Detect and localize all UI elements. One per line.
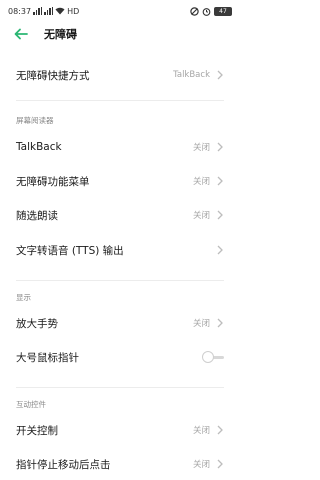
item-right: 关闭	[193, 317, 224, 329]
section-header-interaction: 互动控件	[16, 400, 46, 409]
signal-icon	[44, 7, 54, 15]
item-value: 关闭	[192, 143, 210, 153]
back-button[interactable]	[12, 25, 30, 43]
item-label: 无障碍快捷方式	[16, 69, 90, 82]
large-pointer-item[interactable]: 大号鼠标指针	[0, 340, 240, 374]
alarm-icon	[202, 7, 211, 16]
item-value: 关闭	[192, 426, 210, 436]
item-right	[202, 351, 224, 363]
arrow-left-icon	[14, 28, 28, 40]
item-right	[216, 245, 224, 255]
status-bar: 08:37 HD 47	[0, 0, 240, 22]
item-right: 关闭	[193, 209, 224, 221]
switch-access-item[interactable]: 开关控制 关闭	[0, 413, 240, 447]
divider	[16, 387, 224, 388]
status-left: 08:37 HD	[8, 7, 79, 16]
page-title: 无障碍	[44, 28, 77, 41]
item-right: TalkBack	[173, 70, 224, 80]
network-type: HD	[67, 6, 80, 16]
accessibility-shortcut-item[interactable]: 无障碍快捷方式 TalkBack	[0, 58, 240, 92]
section-header-display: 显示	[16, 293, 31, 302]
chevron-right-icon	[217, 318, 223, 328]
section-header-screen-reader: 屏幕阅读器	[16, 116, 54, 125]
talkback-item[interactable]: TalkBack 关闭	[0, 130, 240, 164]
item-label: 开关控制	[16, 424, 58, 437]
item-value: 关闭	[192, 177, 210, 187]
chevron-right-icon	[217, 142, 223, 152]
item-label: TalkBack	[16, 141, 62, 153]
item-value: 关闭	[192, 319, 210, 329]
select-to-speak-item[interactable]: 随选朗读 关闭	[0, 198, 240, 232]
item-right: 关闭	[193, 424, 224, 436]
large-pointer-toggle[interactable]	[202, 351, 224, 363]
signal-icon	[33, 7, 43, 15]
item-label: 文字转语音 (TTS) 输出	[16, 244, 124, 257]
chevron-right-icon	[217, 245, 223, 255]
chevron-right-icon	[217, 176, 223, 186]
magnification-item[interactable]: 放大手势 关闭	[0, 306, 240, 340]
item-label: 指针停止移动后点击	[16, 458, 111, 471]
chevron-right-icon	[217, 70, 223, 80]
accessibility-menu-item[interactable]: 无障碍功能菜单 关闭	[0, 164, 240, 198]
divider	[16, 100, 224, 101]
toggle-knob	[202, 351, 214, 363]
status-right: 47	[190, 6, 232, 16]
battery-level: 47	[219, 7, 227, 15]
mute-icon	[190, 6, 199, 16]
chevron-right-icon	[217, 210, 223, 220]
wifi-icon	[55, 7, 65, 15]
item-label: 无障碍功能菜单	[16, 175, 90, 188]
tts-output-item[interactable]: 文字转语音 (TTS) 输出	[0, 233, 240, 267]
chevron-right-icon	[217, 425, 223, 435]
item-right: 关闭	[193, 141, 224, 153]
item-label: 随选朗读	[16, 209, 58, 222]
autoclick-item[interactable]: 指针停止移动后点击 关闭	[0, 447, 240, 480]
item-value: 关闭	[192, 211, 210, 221]
item-label: 大号鼠标指针	[16, 351, 79, 364]
status-time: 08:37	[8, 6, 32, 16]
app-header: 无障碍	[0, 22, 240, 46]
item-label: 放大手势	[16, 317, 58, 330]
item-right: 关闭	[193, 458, 224, 470]
item-value: 关闭	[192, 460, 210, 470]
item-right: 关闭	[193, 175, 224, 187]
chevron-right-icon	[217, 459, 223, 469]
divider	[16, 280, 224, 281]
item-value: TalkBack	[173, 70, 210, 80]
battery-icon: 47	[214, 6, 232, 16]
